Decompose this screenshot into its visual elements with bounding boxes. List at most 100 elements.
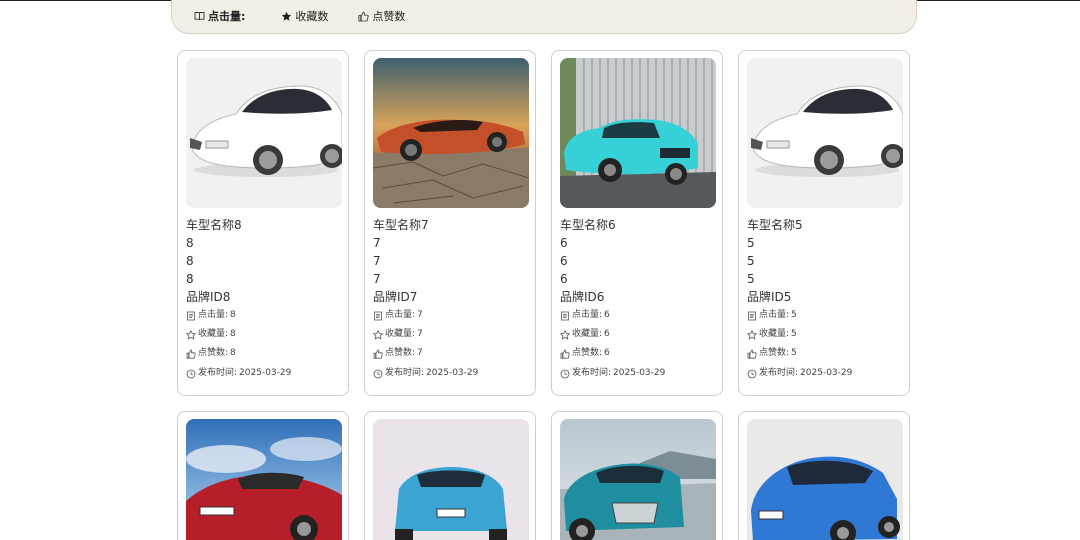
car-field-3: 6 (560, 272, 568, 286)
publish-time: 发布时间: 2025-03-29 (373, 364, 529, 383)
car-model-name: 车型名称7 (373, 218, 429, 232)
car-brand-id: 品牌ID5 (747, 290, 792, 304)
clock-icon (186, 369, 196, 378)
click-count-value: 7 (417, 310, 423, 320)
publish-time-value: 2025-03-29 (800, 368, 853, 378)
car-field-1: 5 (747, 236, 755, 250)
sort-by-collects[interactable]: 收藏数 (281, 8, 328, 24)
car-model-name: 车型名称8 (186, 218, 242, 232)
collect-count: 收藏量: 5 (747, 325, 903, 344)
star-icon (281, 11, 292, 22)
sort-by-likes[interactable]: 点赞数 (358, 8, 405, 24)
car-model-name: 车型名称6 (560, 218, 616, 232)
publish-time: 发布时间: 2025-03-29 (560, 364, 716, 383)
collect-count-value: 7 (417, 329, 423, 339)
collect-count-value: 6 (604, 329, 610, 339)
car-card[interactable] (551, 411, 723, 540)
click-count: 点击量: 7 (373, 306, 529, 325)
car-image[interactable] (373, 419, 529, 540)
click-count-label: 点击量: (385, 310, 416, 320)
sort-clicks-label: 点击量: (208, 10, 246, 23)
thumbs-up-icon (373, 349, 383, 359)
car-card[interactable] (364, 411, 536, 540)
car-card[interactable]: 车型名称5 5 5 5 品牌ID5 点击量: 5 收藏量: 5 点赞数: 5 发… (738, 50, 910, 396)
click-count-label: 点击量: (759, 310, 790, 320)
like-count-label: 点赞数: (385, 348, 416, 358)
thumbs-up-icon (560, 349, 570, 359)
car-card[interactable] (738, 411, 910, 540)
car-card[interactable] (177, 411, 349, 540)
car-brand-id: 品牌ID6 (560, 290, 605, 304)
document-icon (561, 311, 569, 320)
star-outline-icon (373, 329, 383, 340)
book-icon (194, 11, 205, 21)
car-brand-id: 品牌ID8 (186, 290, 231, 304)
star-outline-icon (747, 329, 757, 340)
car-field-3: 8 (186, 272, 194, 286)
publish-time-value: 2025-03-29 (613, 368, 666, 378)
car-field-2: 8 (186, 254, 194, 268)
car-image[interactable] (747, 58, 903, 208)
thumbs-up-icon (747, 349, 757, 359)
collect-count: 收藏量: 6 (560, 325, 716, 344)
car-field-3: 5 (747, 272, 755, 286)
click-count: 点击量: 5 (747, 306, 903, 325)
car-field-3: 7 (373, 272, 381, 286)
click-count-value: 5 (791, 310, 797, 320)
collect-count: 收藏量: 8 (186, 325, 342, 344)
click-count-value: 8 (230, 310, 236, 320)
car-field-1: 6 (560, 236, 568, 250)
collect-count-label: 收藏量: (759, 329, 790, 339)
car-image[interactable] (186, 419, 342, 540)
click-count: 点击量: 6 (560, 306, 716, 325)
car-card[interactable]: 车型名称8 8 8 8 品牌ID8 点击量: 8 收藏量: 8 点赞数: 8 发… (177, 50, 349, 396)
car-field-1: 8 (186, 236, 194, 250)
like-count-label: 点赞数: (759, 348, 790, 358)
star-outline-icon (560, 329, 570, 340)
like-count-value: 6 (604, 348, 610, 358)
car-field-1: 7 (373, 236, 381, 250)
car-image[interactable] (373, 58, 529, 208)
like-count-label: 点赞数: (572, 348, 603, 358)
document-icon (187, 311, 195, 320)
collect-count-value: 8 (230, 329, 236, 339)
sort-bar: 点击量: 收藏数 点赞数 (171, 0, 917, 34)
like-count: 点赞数: 7 (373, 344, 529, 363)
collect-count: 收藏量: 7 (373, 325, 529, 344)
click-count: 点击量: 8 (186, 306, 342, 325)
car-field-2: 5 (747, 254, 755, 268)
publish-time-label: 发布时间: (759, 368, 799, 378)
like-count: 点赞数: 5 (747, 344, 903, 363)
publish-time-label: 发布时间: (385, 368, 425, 378)
publish-time-label: 发布时间: (198, 368, 238, 378)
thumbs-up-icon (186, 349, 196, 359)
car-image[interactable] (747, 419, 903, 540)
clock-icon (747, 369, 757, 378)
click-count-label: 点击量: (572, 310, 603, 320)
car-field-2: 6 (560, 254, 568, 268)
collect-count-label: 收藏量: (198, 329, 229, 339)
like-count-value: 8 (230, 348, 236, 358)
clock-icon (560, 369, 570, 378)
click-count-value: 6 (604, 310, 610, 320)
document-icon (748, 311, 756, 320)
star-outline-icon (186, 329, 196, 340)
publish-time: 发布时间: 2025-03-29 (747, 364, 903, 383)
document-icon (374, 311, 382, 320)
car-image[interactable] (560, 419, 716, 540)
car-card[interactable]: 车型名称7 7 7 7 品牌ID7 点击量: 7 收藏量: 7 点赞数: 7 发… (364, 50, 536, 396)
publish-time-value: 2025-03-29 (239, 368, 292, 378)
like-count: 点赞数: 6 (560, 344, 716, 363)
click-count-label: 点击量: (198, 310, 229, 320)
collect-count-value: 5 (791, 329, 797, 339)
sort-by-clicks[interactable]: 点击量: (194, 8, 245, 24)
car-card[interactable]: 车型名称6 6 6 6 品牌ID6 点击量: 6 收藏量: 6 点赞数: 6 发… (551, 50, 723, 396)
publish-time-label: 发布时间: (572, 368, 612, 378)
car-image[interactable] (186, 58, 342, 208)
sort-likes-label: 点赞数 (372, 10, 406, 23)
car-brand-id: 品牌ID7 (373, 290, 418, 304)
car-image[interactable] (560, 58, 716, 208)
car-model-name: 车型名称5 (747, 218, 803, 232)
collect-count-label: 收藏量: (572, 329, 603, 339)
like-count-label: 点赞数: (198, 348, 229, 358)
